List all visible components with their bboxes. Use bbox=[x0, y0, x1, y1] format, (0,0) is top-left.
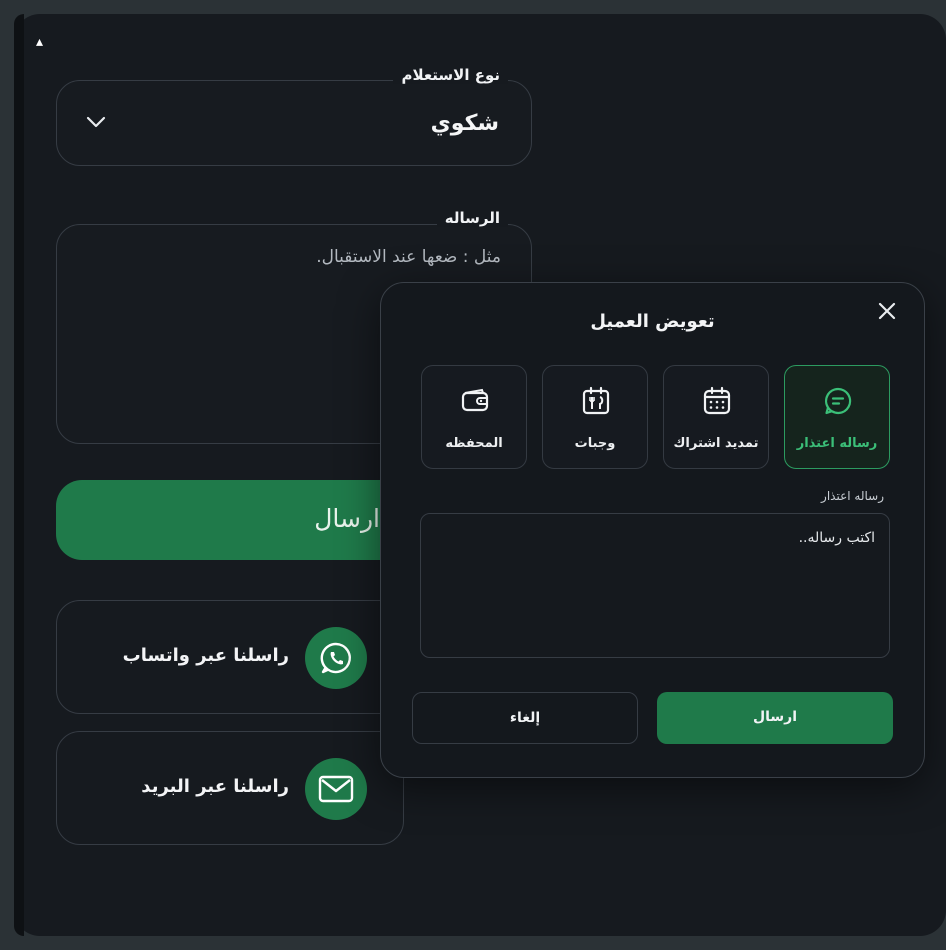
message-placeholder: مثل : ضعها عند الاستقبال. bbox=[316, 247, 501, 267]
dialog-send-button[interactable]: ارسال bbox=[657, 692, 893, 744]
dialog-send-label: ارسال bbox=[752, 709, 798, 725]
meal-icon bbox=[582, 386, 610, 415]
contact-whatsapp-label: راسلنا عبر واتساب bbox=[122, 645, 289, 666]
option-apology-message[interactable]: رساله اعتذار bbox=[784, 365, 890, 469]
option-label: رساله اعتذار bbox=[796, 436, 878, 451]
apology-message-textarea[interactable]: اكتب رساله.. bbox=[420, 513, 890, 658]
option-label: المحفظه bbox=[445, 436, 503, 451]
chat-message-icon bbox=[825, 387, 852, 415]
send-button-label: ارسال bbox=[314, 504, 380, 533]
mail-icon bbox=[305, 758, 367, 820]
option-meals[interactable]: وجبات bbox=[542, 365, 648, 469]
contact-email-button[interactable]: راسلنا عبر البريد bbox=[56, 731, 404, 845]
dialog-title: تعويض العميل bbox=[590, 311, 715, 332]
chevron-down-icon bbox=[86, 116, 106, 128]
apology-message-label: رساله اعتذار bbox=[821, 489, 884, 503]
contact-whatsapp-button[interactable]: راسلنا عبر واتساب bbox=[56, 600, 404, 714]
whatsapp-icon bbox=[305, 627, 367, 689]
option-extend-subscription[interactable]: تمديد اشتراك bbox=[663, 365, 769, 469]
option-wallet[interactable]: المحفظه bbox=[421, 365, 527, 469]
option-label: وجبات bbox=[574, 436, 616, 451]
option-label: تمديد اشتراك bbox=[673, 436, 759, 451]
apology-message-placeholder: اكتب رساله.. bbox=[798, 530, 875, 546]
inquiry-type-label: نوع الاستعلام bbox=[393, 66, 508, 84]
contact-email-label: راسلنا عبر البريد bbox=[141, 776, 289, 797]
inquiry-type-value: شكوي bbox=[430, 111, 499, 136]
corner-icon: ▴ bbox=[36, 34, 44, 50]
inquiry-type-select[interactable]: شكوي bbox=[56, 80, 532, 166]
frame-edge bbox=[14, 14, 24, 936]
message-label: الرساله bbox=[436, 209, 508, 227]
dialog-cancel-button[interactable]: إلغاء bbox=[412, 692, 638, 744]
compensation-dialog: تعويض العميل رساله اعتذار تمديد اشتراك و… bbox=[380, 282, 925, 778]
dialog-cancel-label: إلغاء bbox=[509, 710, 541, 726]
wallet-icon bbox=[461, 388, 489, 412]
calendar-icon bbox=[703, 386, 731, 415]
